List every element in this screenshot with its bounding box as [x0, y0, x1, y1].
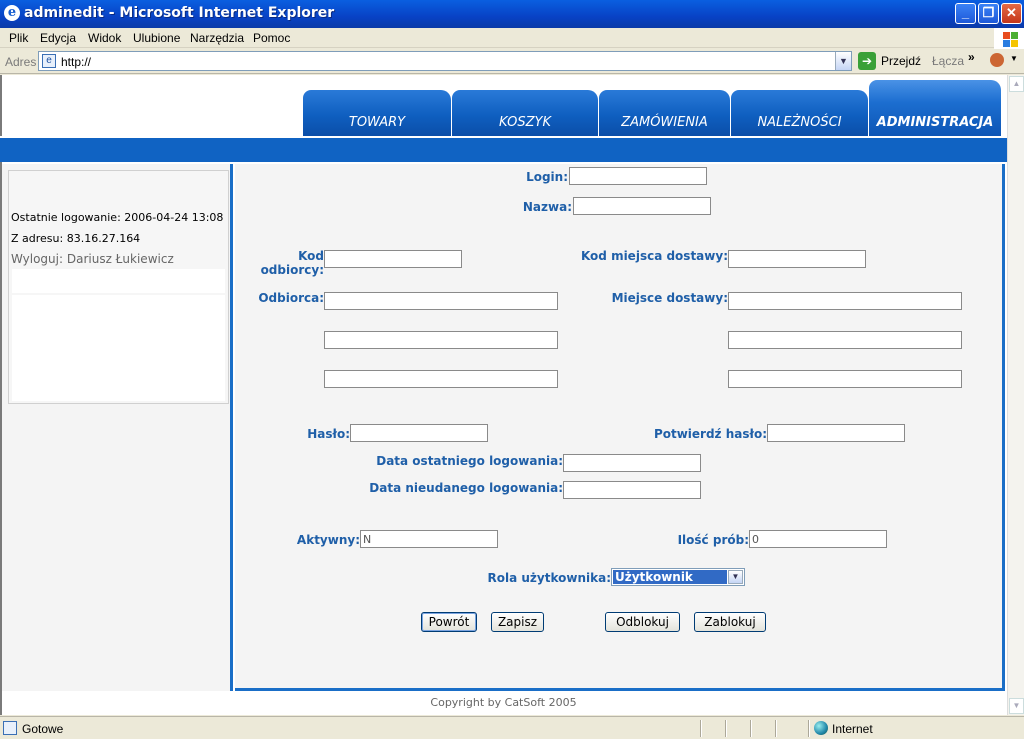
- toolbar-extra-icon[interactable]: [990, 53, 1004, 67]
- status-divider: [808, 720, 810, 737]
- address-input[interactable]: e http:// ▼: [38, 51, 852, 71]
- menu-edycja[interactable]: Edycja: [40, 31, 76, 45]
- miejsce-dostawy-label: Miejsce dostawy:: [611, 291, 728, 305]
- kod-miejsca-input[interactable]: [728, 250, 866, 268]
- scroll-up-icon[interactable]: ▲: [1009, 76, 1024, 92]
- address-value: http://: [61, 55, 92, 69]
- links-chevron-icon[interactable]: »: [968, 50, 975, 64]
- go-button[interactable]: ➔ Przejdź: [858, 52, 922, 70]
- logout-link[interactable]: Wyloguj: Dariusz Łukiewicz: [11, 252, 174, 266]
- kod-odbiorcy-label: Kod odbiorcy:: [260, 249, 324, 277]
- ilosc-prob-label: Ilość prób:: [677, 533, 749, 547]
- odblokuj-button[interactable]: Odblokuj: [605, 612, 680, 632]
- go-arrow-icon: ➔: [858, 52, 876, 70]
- menu-narzedzia[interactable]: Narzędzia: [190, 31, 244, 45]
- user-info-row: [12, 269, 225, 293]
- minimize-button[interactable]: _: [955, 3, 976, 24]
- odbiorca-label: Odbiorca:: [258, 291, 324, 305]
- data-nieudanego-label: Data nieudanego logowania:: [369, 481, 563, 495]
- status-divider: [725, 720, 727, 737]
- window-title: adminedit - Microsoft Internet Explorer: [24, 5, 335, 21]
- nazwa-input[interactable]: [573, 197, 711, 215]
- from-address-text: Z adresu: 83.16.27.164: [11, 232, 141, 245]
- potwierdz-haslo-label: Potwierdź hasło:: [653, 427, 767, 441]
- aktywny-label: Aktywny:: [296, 533, 360, 547]
- rola-uzytkownika-label: Rola użytkownika:: [487, 571, 611, 585]
- menu-ulubione[interactable]: Ulubione: [133, 31, 180, 45]
- powrot-button[interactable]: Powrót: [421, 612, 477, 632]
- tab-koszyk[interactable]: KOSZYK: [452, 90, 598, 136]
- vertical-scrollbar[interactable]: ▲ ▼: [1007, 75, 1024, 715]
- odbiorca-input-3[interactable]: [324, 370, 558, 388]
- internet-globe-icon: [814, 721, 828, 735]
- tab-zamowienia-label: ZAMÓWIENIA: [621, 115, 708, 130]
- data-nieudanego-input[interactable]: [563, 481, 701, 499]
- toolbar-extra-dropdown-icon[interactable]: ▼: [1010, 54, 1018, 63]
- tab-koszyk-label: KOSZYK: [498, 115, 552, 130]
- status-divider: [775, 720, 777, 737]
- nav-blue-bar: [0, 136, 1007, 162]
- copyright-footer: Copyright by CatSoft 2005: [430, 696, 577, 709]
- user-info-box: [8, 170, 229, 404]
- last-login-text: Ostatnie logowanie: 2006-04-24 13:08: [11, 211, 224, 224]
- go-label: Przejdź: [881, 54, 922, 68]
- windows-logo-icon: [994, 28, 1024, 50]
- status-bar: Gotowe Internet: [0, 716, 1024, 739]
- ie-app-icon: e: [4, 5, 20, 21]
- address-label: Adres: [5, 55, 37, 69]
- data-ostatniego-input[interactable]: [563, 454, 701, 472]
- miejsce-dostawy-input-3[interactable]: [728, 370, 962, 388]
- kod-odbiorcy-input[interactable]: [324, 250, 462, 268]
- zablokuj-button[interactable]: Zablokuj: [694, 612, 766, 632]
- links-label[interactable]: Łącza: [932, 54, 964, 68]
- miejsce-dostawy-input-1[interactable]: [728, 292, 962, 310]
- status-text: Gotowe: [22, 722, 64, 736]
- menu-bar: Plik Edycja Widok Ulubione Narzędzia Pom…: [0, 28, 1024, 48]
- page-icon: e: [42, 54, 56, 68]
- status-divider: [750, 720, 752, 737]
- kod-miejsca-label: Kod miejsca dostawy:: [580, 249, 728, 263]
- window-title-bar[interactable]: e adminedit - Microsoft Internet Explore…: [0, 0, 1024, 28]
- miejsce-dostawy-input-2[interactable]: [728, 331, 962, 349]
- menu-pomoc[interactable]: Pomoc: [253, 31, 290, 45]
- potwierdz-haslo-input[interactable]: [767, 424, 905, 442]
- login-input[interactable]: [569, 167, 707, 185]
- maximize-button[interactable]: ❐: [978, 3, 999, 24]
- close-button[interactable]: ✕: [1001, 3, 1022, 24]
- login-label: Login:: [526, 170, 568, 184]
- tab-naleznosci[interactable]: NALEŻNOŚCI: [731, 90, 868, 136]
- chevron-down-icon[interactable]: ▼: [728, 570, 743, 584]
- user-info-empty: [12, 295, 225, 401]
- aktywny-input[interactable]: [360, 530, 498, 548]
- security-zone-text: Internet: [832, 722, 873, 736]
- tab-zamowienia[interactable]: ZAMÓWIENIA: [599, 90, 730, 136]
- menu-plik[interactable]: Plik: [9, 31, 28, 45]
- status-divider: [700, 720, 702, 737]
- rola-uzytkownika-select[interactable]: Użytkownik ▼: [611, 568, 745, 586]
- tab-towary-label: TOWARY: [348, 115, 406, 130]
- nazwa-label: Nazwa:: [522, 200, 572, 214]
- tab-towary[interactable]: TOWARY: [303, 90, 451, 136]
- ilosc-prob-input[interactable]: [749, 530, 887, 548]
- tab-naleznosci-label: NALEŻNOŚCI: [757, 115, 842, 130]
- page-status-icon: [3, 721, 17, 735]
- menu-widok[interactable]: Widok: [88, 31, 121, 45]
- data-ostatniego-label: Data ostatniego logowania:: [376, 454, 563, 468]
- zapisz-button[interactable]: Zapisz: [491, 612, 544, 632]
- scroll-down-icon[interactable]: ▼: [1009, 698, 1024, 714]
- rola-selected-value: Użytkownik: [613, 570, 727, 584]
- address-dropdown-icon[interactable]: ▼: [835, 52, 851, 70]
- odbiorca-input-1[interactable]: [324, 292, 558, 310]
- odbiorca-input-2[interactable]: [324, 331, 558, 349]
- tab-administracja-label: ADMINISTRACJA: [876, 115, 994, 130]
- haslo-label: Hasło:: [307, 427, 350, 441]
- tab-administracja[interactable]: ADMINISTRACJA: [869, 80, 1001, 136]
- haslo-input[interactable]: [350, 424, 488, 442]
